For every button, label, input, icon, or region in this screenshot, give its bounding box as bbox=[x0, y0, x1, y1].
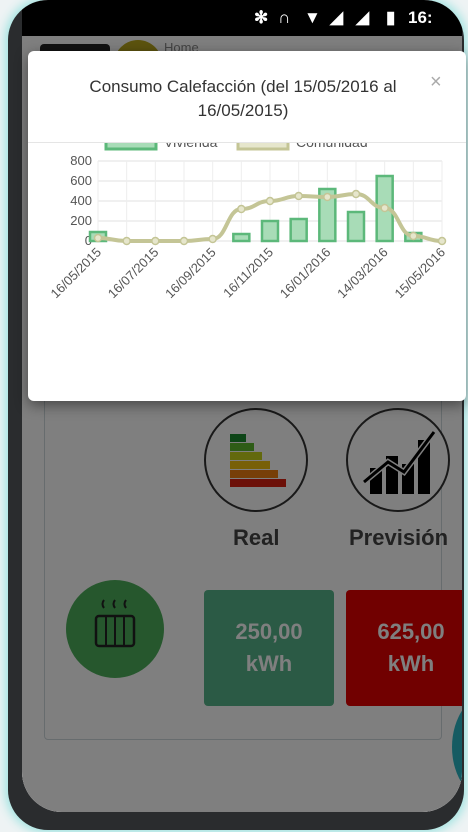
x-tick-label: 15/05/2016 bbox=[391, 245, 448, 302]
status-time: 16: bbox=[408, 8, 433, 27]
comunidad-point bbox=[380, 203, 389, 213]
comunidad-point bbox=[122, 236, 131, 246]
comunidad-point bbox=[151, 236, 160, 246]
comunidad-point bbox=[294, 191, 303, 201]
vivienda-bar bbox=[232, 232, 251, 243]
comunidad-point bbox=[351, 189, 361, 199]
signal-icon-2: ◢ bbox=[356, 8, 370, 27]
x-tick-label: 16/07/2015 bbox=[105, 245, 162, 302]
comunidad-point bbox=[179, 236, 189, 246]
comunidad-point bbox=[323, 192, 332, 202]
headset-icon: ∩ bbox=[278, 8, 291, 27]
comunidad-point bbox=[409, 231, 418, 241]
close-icon[interactable]: × bbox=[430, 71, 442, 94]
comunidad-point bbox=[265, 196, 275, 206]
battery-icon: ▮ bbox=[386, 8, 396, 27]
legend-vivienda-swatch bbox=[104, 143, 158, 151]
vivienda-bar bbox=[346, 210, 366, 243]
y-tick-label: 200 bbox=[70, 213, 92, 228]
comunidad-point bbox=[237, 204, 246, 214]
comunidad-point bbox=[437, 236, 447, 246]
x-tick-label: 16/11/2015 bbox=[220, 245, 276, 301]
signal-icon: ◢ bbox=[330, 8, 344, 27]
comunidad-point bbox=[93, 233, 103, 243]
x-tick-label: 14/03/2016 bbox=[334, 245, 391, 302]
legend-comunidad-swatch bbox=[236, 143, 290, 151]
legend-comunidad-label: Comunidad bbox=[296, 143, 368, 150]
x-tick-label: 16/05/2015 bbox=[47, 245, 104, 302]
modal-header: Consumo Calefacción (del 15/05/2016 al 1… bbox=[28, 51, 466, 143]
x-tick-label: 16/01/2016 bbox=[277, 245, 334, 302]
y-tick-label: 800 bbox=[70, 153, 92, 168]
wifi-icon: ▼ bbox=[304, 8, 321, 27]
legend-vivienda-label: Vivienda bbox=[164, 143, 218, 150]
screenshot-stage: ✻ ∩ ▼ ◢ ◢ ▮ 16: Home bbox=[0, 0, 468, 832]
modal-title: Consumo Calefacción (del 15/05/2016 al 1… bbox=[89, 77, 397, 120]
y-tick-label: 600 bbox=[70, 173, 92, 188]
comunidad-point bbox=[208, 234, 217, 244]
vivienda-bar bbox=[289, 217, 308, 243]
consumption-modal: Consumo Calefacción (del 15/05/2016 al 1… bbox=[28, 51, 466, 401]
vivienda-bar bbox=[260, 219, 280, 243]
bluetooth-icon: ✻ bbox=[254, 8, 269, 27]
consumption-chart: ViviendaComunidad020040060080016/05/2015… bbox=[47, 143, 448, 302]
x-tick-label: 16/09/2015 bbox=[162, 245, 219, 302]
status-bar: ✻ ∩ ▼ ◢ ◢ ▮ 16: bbox=[22, 0, 462, 36]
y-tick-label: 400 bbox=[70, 193, 92, 208]
